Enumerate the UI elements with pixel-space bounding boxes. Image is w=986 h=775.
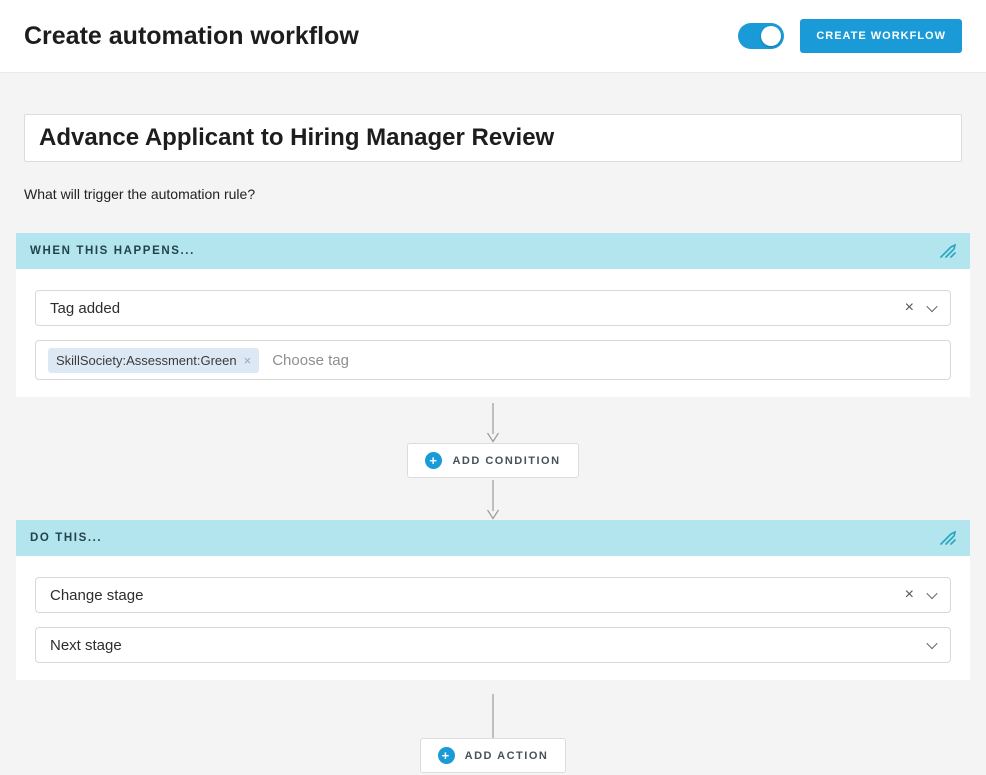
workflow-name-input[interactable] [24, 114, 962, 162]
chevron-down-icon[interactable] [926, 301, 937, 312]
trigger-select[interactable]: Tag added × [35, 290, 951, 326]
when-section-title: WHEN THIS HAPPENS... [30, 245, 195, 257]
do-section-header: DO THIS... [16, 520, 970, 556]
stage-select-icons [928, 641, 936, 649]
tag-chip: SkillSociety:Assessment:Green × [48, 348, 259, 373]
action-select-value: Change stage [50, 587, 143, 604]
connector-arrow [16, 478, 970, 520]
do-section-body: Change stage × Next stage [16, 556, 970, 680]
workflow-enabled-toggle[interactable] [738, 23, 784, 49]
add-condition-row: + ADD CONDITION [16, 443, 970, 478]
connector-line [16, 686, 970, 738]
create-workflow-button[interactable]: CREATE WORKFLOW [800, 19, 962, 53]
trigger-question: What will trigger the automation rule? [24, 186, 962, 202]
arrow-down-icon [486, 478, 500, 520]
plus-icon: + [425, 452, 442, 469]
chevron-down-icon[interactable] [926, 588, 937, 599]
clear-icon[interactable]: × [905, 300, 914, 316]
when-section: WHEN THIS HAPPENS... Tag added × [16, 233, 970, 397]
chevron-down-icon[interactable] [926, 638, 937, 649]
arrow-down-icon [486, 403, 500, 443]
chip-remove-icon[interactable]: × [244, 354, 252, 367]
plus-icon: + [438, 747, 455, 764]
automation-icon [940, 531, 956, 545]
workflow-editor: What will trigger the automation rule? W… [0, 73, 986, 773]
connector-arrow [16, 403, 970, 443]
action-select-icons: × [905, 587, 936, 603]
line-down-icon [492, 686, 494, 738]
trigger-select-value: Tag added [50, 300, 120, 317]
stage-select-value: Next stage [50, 637, 122, 654]
trigger-select-icons: × [905, 300, 936, 316]
automation-icon [940, 244, 956, 258]
topbar: Create automation workflow CREATE WORKFL… [0, 0, 986, 73]
add-action-row: + ADD ACTION [16, 738, 970, 773]
when-section-header: WHEN THIS HAPPENS... [16, 233, 970, 269]
tag-input-placeholder: Choose tag [272, 352, 349, 369]
add-action-label: ADD ACTION [465, 750, 549, 762]
action-select[interactable]: Change stage × [35, 577, 951, 613]
do-section-title: DO THIS... [30, 532, 102, 544]
topbar-actions: CREATE WORKFLOW [738, 19, 962, 53]
tag-input[interactable]: SkillSociety:Assessment:Green × Choose t… [35, 340, 951, 380]
add-condition-button[interactable]: + ADD CONDITION [407, 443, 578, 478]
tag-chip-label: SkillSociety:Assessment:Green [56, 353, 237, 368]
when-section-body: Tag added × SkillSociety:Assessment:Gree… [16, 269, 970, 397]
do-section: DO THIS... Change stage × Next stage [16, 520, 970, 680]
add-action-button[interactable]: + ADD ACTION [420, 738, 567, 773]
toggle-knob-icon [761, 26, 781, 46]
stage-select[interactable]: Next stage [35, 627, 951, 663]
add-condition-label: ADD CONDITION [452, 455, 560, 467]
clear-icon[interactable]: × [905, 587, 914, 603]
page-title: Create automation workflow [24, 22, 359, 51]
